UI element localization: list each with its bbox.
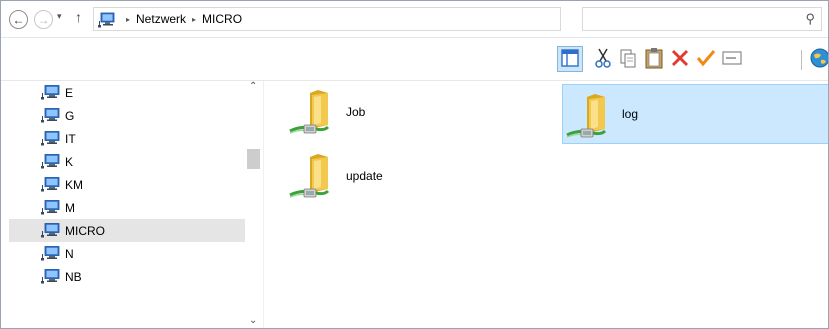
check-button[interactable]: [693, 46, 719, 72]
network-computer-icon: [98, 12, 116, 31]
paste-button[interactable]: [641, 46, 667, 72]
network-computer-icon: [41, 269, 61, 287]
folder-item-log[interactable]: log: [562, 84, 828, 144]
network-computer-icon: [41, 154, 61, 172]
forward-button[interactable]: →: [34, 10, 53, 29]
forward-arrow-icon: →: [37, 12, 50, 27]
network-computer-icon: [41, 177, 61, 195]
folder-item-update[interactable]: update: [264, 145, 464, 205]
nav-item-label: M: [65, 200, 75, 215]
navigation-list: E G IT K KM M MICRO N NB: [9, 81, 245, 288]
rename-button[interactable]: [719, 46, 745, 72]
copy-button[interactable]: [615, 46, 641, 72]
network-computer-icon: [41, 223, 61, 241]
nav-item-g[interactable]: G: [9, 104, 245, 127]
nav-item-label: G: [65, 108, 75, 123]
nav-item-it[interactable]: IT: [9, 127, 245, 150]
nav-item-label: NB: [65, 269, 82, 284]
nav-item-label: N: [65, 246, 74, 261]
nav-item-e[interactable]: E: [9, 81, 245, 104]
globe-icon: [809, 47, 828, 72]
nav-item-label: IT: [65, 131, 76, 146]
nav-item-label: MICRO: [65, 223, 105, 238]
nav-item-m[interactable]: M: [9, 196, 245, 219]
layout-pane-icon: [561, 48, 579, 70]
cut-button[interactable]: [590, 46, 616, 72]
paste-icon: [644, 47, 664, 72]
breadcrumb-separator-icon[interactable]: ▸: [192, 15, 196, 24]
folder-label: log: [622, 107, 639, 121]
network-share-folder-icon: [288, 87, 348, 139]
breadcrumb: ▸ Netzwerk ▸ MICRO: [120, 12, 242, 26]
network-computer-icon: [41, 200, 61, 218]
nav-item-km[interactable]: KM: [9, 173, 245, 196]
network-computer-icon: [41, 108, 61, 126]
content-pane: Job update log: [264, 81, 828, 328]
rename-icon: [722, 50, 742, 69]
network-computer-icon: [41, 85, 61, 103]
breadcrumb-separator-icon[interactable]: ▸: [126, 15, 130, 24]
folder-item-job[interactable]: Job: [264, 81, 464, 141]
address-row: ← → ▾ ↑ ▸ Netzwerk ▸ MICRO ⚲: [1, 1, 828, 38]
folder-label: Job: [346, 105, 366, 119]
navigation-scrollbar[interactable]: ⌃ ⌄: [245, 81, 262, 328]
recent-locations-button[interactable]: ▾: [57, 11, 62, 22]
toolbar-separator: [801, 50, 802, 70]
nav-item-label: K: [65, 154, 74, 169]
nav-item-label: KM: [65, 177, 83, 192]
breadcrumb-netzwerk[interactable]: Netzwerk: [136, 12, 186, 26]
cut-icon: [594, 48, 612, 71]
back-arrow-icon: ←: [12, 12, 25, 27]
up-button[interactable]: ↑: [75, 9, 82, 25]
network-share-folder-icon: [288, 151, 348, 203]
network-computer-icon: [41, 131, 61, 149]
delete-icon: [671, 49, 689, 70]
nav-item-label: E: [65, 85, 74, 100]
scrollbar-thumb[interactable]: [247, 149, 260, 169]
copy-icon: [619, 48, 637, 71]
nav-item-n[interactable]: N: [9, 242, 245, 265]
toolbar: [1, 38, 828, 81]
search-input[interactable]: ⚲: [582, 7, 822, 31]
scroll-up-arrow-icon[interactable]: ⌃: [249, 81, 257, 92]
scroll-down-arrow-icon[interactable]: ⌄: [249, 315, 257, 326]
explorer-window: ← → ▾ ↑ ▸ Netzwerk ▸ MICRO ⚲ E G IT K KM…: [0, 0, 829, 329]
address-bar[interactable]: ▸ Netzwerk ▸ MICRO ⌄ ↻: [93, 7, 651, 31]
search-icon[interactable]: ⚲: [805, 11, 815, 27]
navigation-pane: E G IT K KM M MICRO N NB ⌃ ⌄: [1, 81, 263, 328]
nav-item-micro[interactable]: MICRO: [9, 219, 245, 242]
globe-button[interactable]: [807, 46, 828, 72]
network-share-folder-icon: [565, 91, 625, 143]
breadcrumb-micro[interactable]: MICRO: [202, 12, 242, 26]
back-button[interactable]: ←: [9, 10, 28, 29]
checkmark-icon: [696, 49, 716, 70]
nav-item-nb[interactable]: NB: [9, 265, 245, 288]
layout-pane-button[interactable]: [557, 46, 583, 72]
delete-button[interactable]: [667, 46, 693, 72]
network-computer-icon: [41, 246, 61, 264]
nav-item-k[interactable]: K: [9, 150, 245, 173]
folder-label: update: [346, 169, 383, 183]
